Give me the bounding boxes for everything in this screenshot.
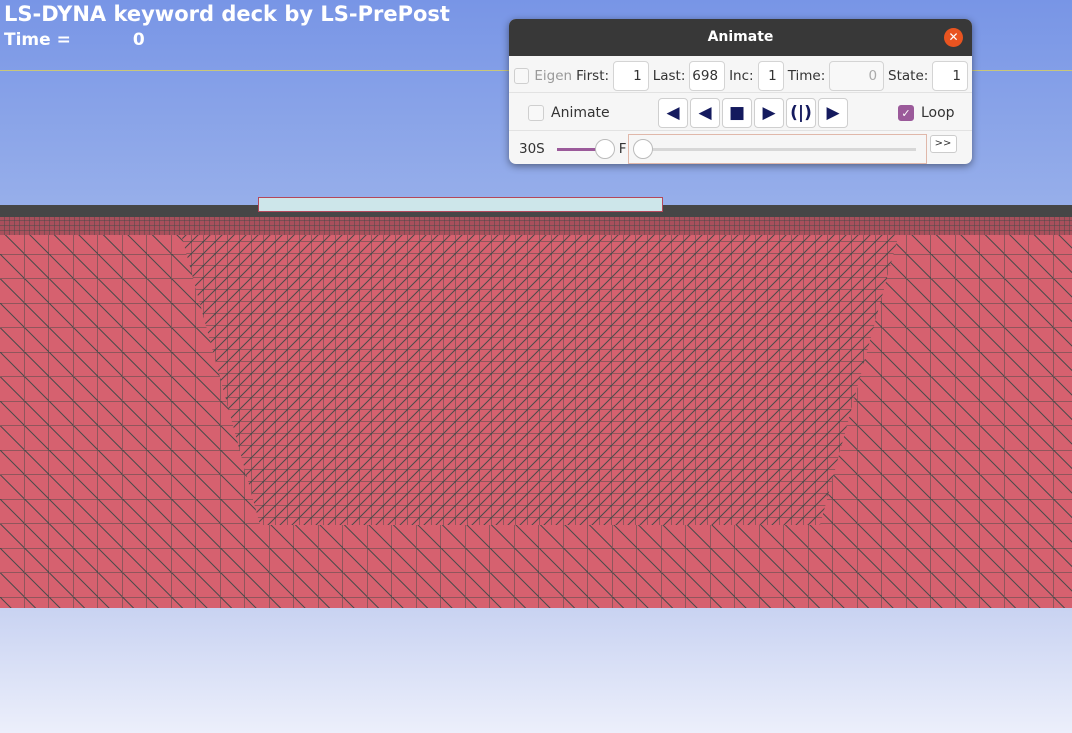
time-readout: Time = 0 (4, 30, 145, 50)
more-button[interactable]: >> (929, 134, 957, 153)
play-button[interactable]: ▶ (818, 97, 848, 128)
time-input: 0 (829, 60, 885, 91)
speed-slider[interactable] (556, 138, 615, 159)
dialog-titlebar[interactable]: Animate ✕ (509, 19, 972, 56)
step-forward-button[interactable]: ▶ (754, 97, 784, 128)
frame-slider[interactable] (627, 133, 927, 164)
state-input[interactable]: 1 (932, 60, 969, 91)
inc-label: Inc: (729, 67, 754, 84)
speed-slider-handle[interactable] (594, 138, 615, 159)
stop-button[interactable]: ■ (722, 97, 752, 128)
model-title: LS-DYNA keyword deck by LS-PrePost (4, 2, 450, 26)
loop-checkbox[interactable]: ✓ (898, 104, 914, 121)
rigid-plate[interactable] (258, 197, 663, 212)
frame-slider-handle[interactable] (632, 138, 653, 159)
first-label: First: (576, 67, 610, 84)
play-reverse-button[interactable]: ◀ (658, 97, 688, 128)
play-icon: ▶ (826, 102, 840, 123)
stop-icon: ■ (728, 102, 746, 123)
speed-fast-label: F (618, 140, 627, 157)
first-input[interactable]: 1 (613, 60, 649, 91)
last-input[interactable]: 698 (689, 60, 726, 91)
eigen-label: Eigen (534, 67, 573, 84)
loop-label: Loop (921, 104, 955, 121)
close-icon[interactable]: ✕ (944, 28, 963, 47)
state-label: State: (888, 67, 929, 84)
inc-input[interactable]: 1 (757, 60, 784, 91)
dialog-title: Animate (707, 29, 774, 45)
pingpong-button[interactable]: (|) (786, 97, 816, 128)
step-back-icon: ◀ (698, 102, 712, 123)
animate-label: Animate (551, 104, 610, 121)
play-reverse-icon: ◀ (666, 102, 680, 123)
animate-checkbox[interactable] (528, 104, 544, 121)
eigen-checkbox[interactable] (514, 67, 530, 84)
time-field-label: Time: (787, 67, 826, 84)
last-label: Last: (652, 67, 686, 84)
step-back-button[interactable]: ◀ (690, 97, 720, 128)
time-value: 0 (132, 30, 145, 50)
step-forward-icon: ▶ (762, 102, 776, 123)
fe-mesh[interactable] (0, 205, 1072, 608)
pingpong-icon: (|) (790, 102, 812, 123)
animate-dialog: Animate ✕ Eigen First: 1 Last: 698 Inc: 1… (509, 19, 972, 164)
time-label: Time = (4, 30, 71, 50)
speed-slow-label: 30S (519, 140, 545, 157)
